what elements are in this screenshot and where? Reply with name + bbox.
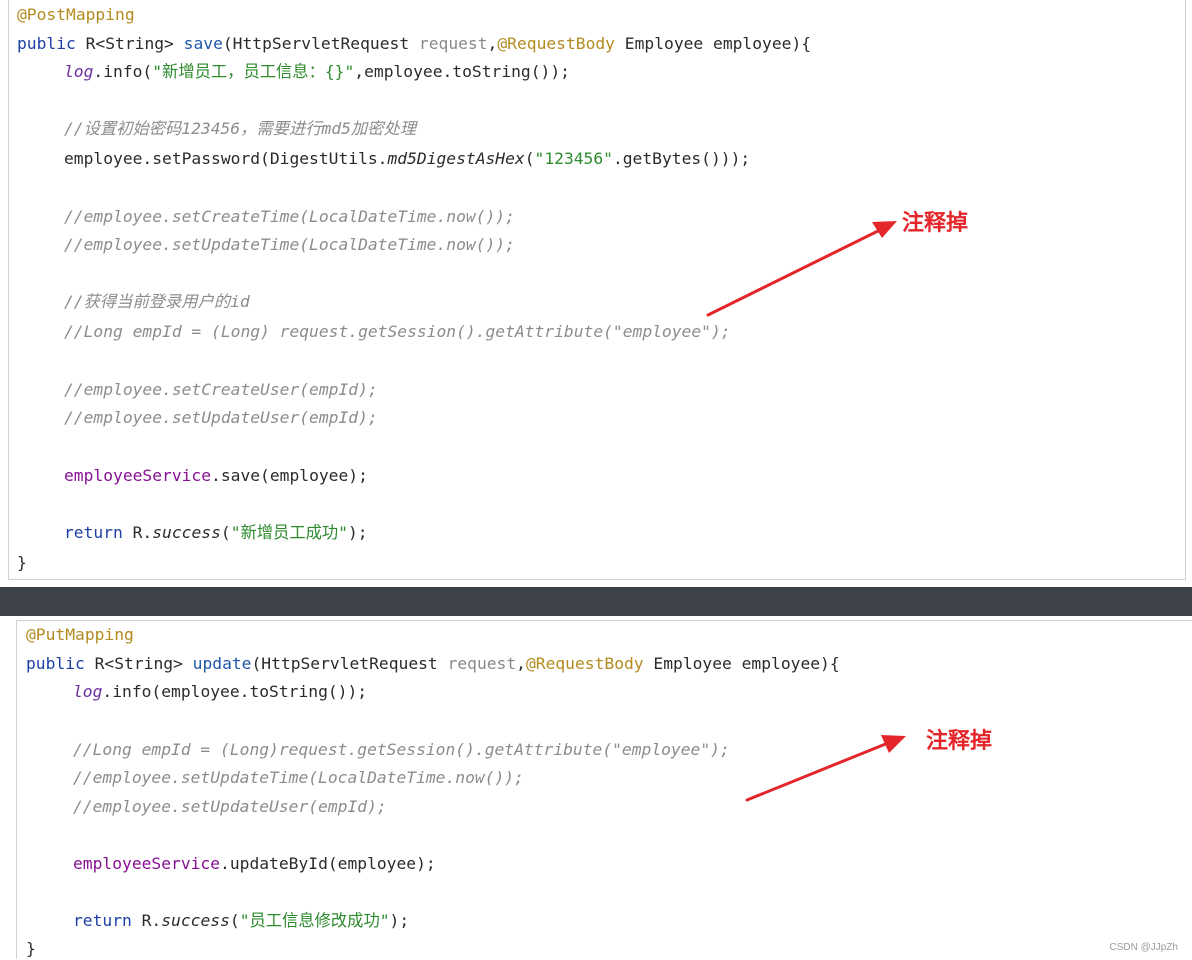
arrow-bottom-shaft [745,741,890,802]
watermark: CSDN @JJpZh [1109,942,1179,953]
arrow-top-shaft [706,228,882,317]
arrow-top-head [872,221,897,238]
annotation-arrows [706,221,906,802]
